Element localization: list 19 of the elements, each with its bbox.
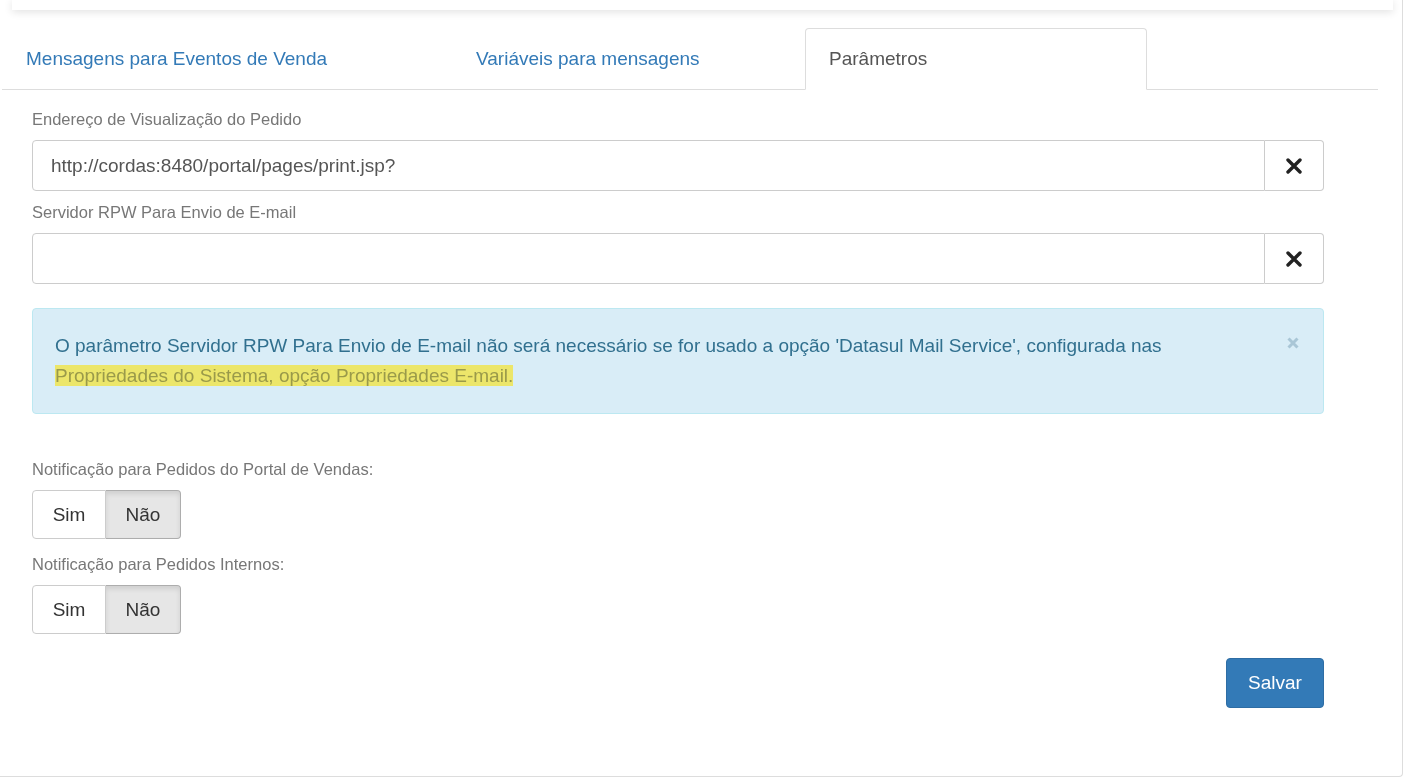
toggle-option[interactable]: Sim: [32, 585, 106, 634]
alert-message: O parâmetro Servidor RPW Para Envio de E-mail não será necessário se for usado a opção 'Datasul Mail Service', configurada nas Propriedades do Sistema, opção Propriedades E-mail.: [55, 334, 1163, 388]
tab[interactable]: Parâmetros: [805, 28, 1147, 90]
toggle-label: Notificação para Pedidos do Portal de Vendas:: [32, 460, 375, 479]
input-field[interactable]: http://cordas:8480/portal/pages/print.jsp?: [32, 140, 1265, 191]
toggle-option[interactable]: Não: [106, 585, 181, 634]
tab[interactable]: Mensagens para Eventos de Venda: [2, 28, 452, 90]
toggle-option[interactable]: Não: [106, 490, 181, 539]
close-icon: [1286, 157, 1302, 174]
tab[interactable]: Variáveis para mensagens: [452, 28, 805, 90]
toggle-option[interactable]: Sim: [32, 490, 106, 539]
input-field[interactable]: [32, 233, 1265, 284]
clear-button[interactable]: [1265, 233, 1324, 284]
field-label: Servidor RPW Para Envio de E-mail: [32, 203, 298, 222]
clear-button[interactable]: [1265, 140, 1324, 191]
save-button[interactable]: Salvar: [1226, 658, 1324, 708]
toggle-label: Notificação para Pedidos Internos:: [32, 555, 286, 574]
close-icon: [1286, 250, 1302, 267]
field-label: Endereço de Visualização do Pedido: [32, 110, 303, 129]
